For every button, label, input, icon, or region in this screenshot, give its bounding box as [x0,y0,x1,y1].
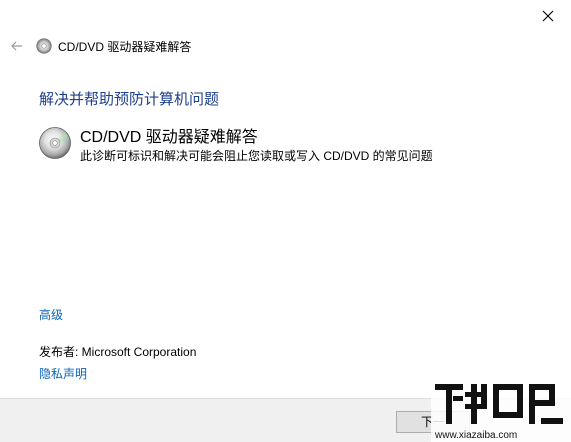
advanced-link[interactable]: 高级 [39,306,63,323]
title-bar: CD/DVD 驱动器疑难解答 [0,32,571,60]
page-heading: 解决并帮助预防计算机问题 [39,91,220,108]
item-title: CD/DVD 驱动器疑难解答 [80,129,258,146]
privacy-link[interactable]: 隐私声明 [39,365,87,382]
troubleshooter-window: CD/DVD 驱动器疑难解答 解决并帮助预防计算机问题 CD/DVD 驱动器疑难… [0,0,571,442]
watermark-url: www.xiazaiba.com [434,430,517,441]
cd-disc-icon [36,38,52,54]
close-button[interactable] [525,0,571,32]
close-icon [542,10,554,22]
back-arrow-icon [11,41,22,51]
item-description: 此诊断可标识和解决可能会阻止您读取或写入 CD/DVD 的常见问题 [80,149,433,163]
troubleshooter-item: CD/DVD 驱动器疑难解答 此诊断可标识和解决可能会阻止您读取或写入 CD/D… [38,126,433,164]
cd-disc-icon [39,127,71,159]
back-button[interactable] [2,32,32,60]
watermark-logo: www.xiazaiba.com [431,378,571,442]
publisher-info: 发布者: Microsoft Corporation [39,345,197,359]
window-title: CD/DVD 驱动器疑难解答 [58,39,192,54]
